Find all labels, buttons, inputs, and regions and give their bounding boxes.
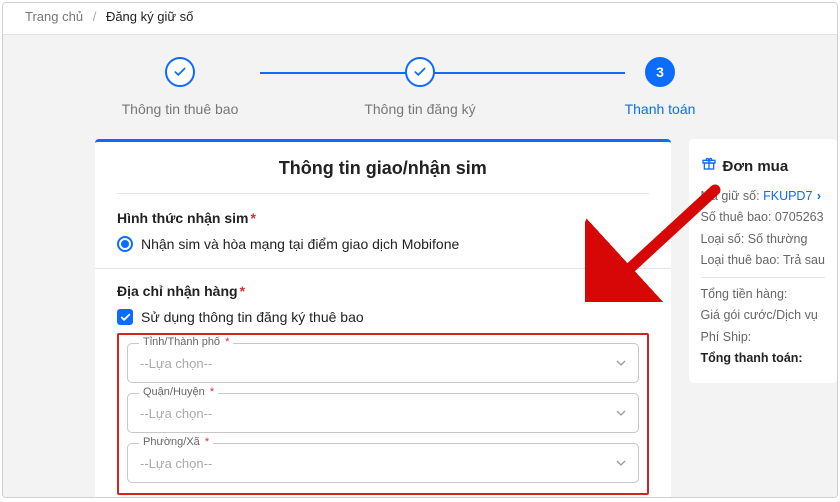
breadcrumb-current: Đăng ký giữ số xyxy=(106,9,193,24)
province-select[interactable]: --Lựa chọn-- xyxy=(127,343,639,383)
use-registered-checkbox[interactable]: Sử dụng thông tin đăng ký thuê bao xyxy=(117,309,649,325)
order-title: Đơn mua xyxy=(701,153,825,180)
step-subscriber-info[interactable]: Thông tin thuê bao xyxy=(100,57,260,117)
step-registration-info[interactable]: Thông tin đăng ký xyxy=(340,57,500,117)
receive-option-label: Nhận sim và hòa mạng tại điểm giao dịch … xyxy=(141,236,459,252)
grand-total-row: Tổng thanh toán: xyxy=(701,348,825,369)
select-placeholder: --Lựa chọn-- xyxy=(140,406,212,421)
hold-code-link[interactable]: FKUPD7 › xyxy=(763,189,821,203)
delivery-card: Thông tin giao/nhận sim Hình thức nhận s… xyxy=(95,139,671,498)
stepper: Thông tin thuê bao Thông tin đăng ký 3 T… xyxy=(3,57,837,117)
district-label: Quận/Huyện * xyxy=(139,386,218,398)
step-label: Thông tin đăng ký xyxy=(364,101,475,117)
use-registered-label: Sử dụng thông tin đăng ký thuê bao xyxy=(141,309,364,325)
breadcrumb: Trang chủ / Đăng ký giữ số xyxy=(3,3,837,34)
sub-type-row: Loại thuê bao: Trả sau xyxy=(701,250,825,271)
step-payment[interactable]: 3 Thanh toán xyxy=(580,57,740,117)
checkbox-checked-icon xyxy=(117,309,133,325)
check-icon xyxy=(405,57,435,87)
step-label: Thông tin thuê bao xyxy=(122,101,239,117)
ward-select[interactable]: --Lựa chọn-- xyxy=(127,443,639,483)
chevron-down-icon xyxy=(616,358,626,368)
subscriber-row: Số thuê bao: 0705263 xyxy=(701,207,825,228)
hold-code-row: Mã giữ số: FKUPD7 › xyxy=(701,186,825,207)
radio-selected-icon xyxy=(117,236,133,252)
ward-label: Phường/Xã * xyxy=(139,436,213,448)
select-placeholder: --Lựa chọn-- xyxy=(140,356,212,371)
total-goods-row: Tổng tiền hàng: xyxy=(701,284,825,305)
number-type-row: Loại số: Số thường xyxy=(701,229,825,250)
check-icon xyxy=(165,57,195,87)
address-fields-highlight: Tỉnh/Thành phố * --Lựa chọn-- Quận/Huyện… xyxy=(117,333,649,495)
step-number-icon: 3 xyxy=(645,57,675,87)
district-select[interactable]: --Lựa chọn-- xyxy=(127,393,639,433)
receive-option-radio[interactable]: Nhận sim và hòa mạng tại điểm giao dịch … xyxy=(117,236,649,252)
card-title: Thông tin giao/nhận sim xyxy=(117,158,649,193)
order-summary: Đơn mua Mã giữ số: FKUPD7 › Số thuê bao:… xyxy=(689,139,837,383)
breadcrumb-separator: / xyxy=(93,9,97,24)
gift-icon xyxy=(701,153,717,180)
select-placeholder: --Lựa chọn-- xyxy=(140,456,212,471)
chevron-down-icon xyxy=(616,408,626,418)
ship-fee-row: Phí Ship: xyxy=(701,327,825,348)
receive-method-label: Hình thức nhận sim* xyxy=(117,210,649,226)
step-connector xyxy=(420,72,625,74)
province-label: Tỉnh/Thành phố * xyxy=(139,336,233,348)
breadcrumb-home[interactable]: Trang chủ xyxy=(25,9,83,24)
chevron-down-icon xyxy=(616,458,626,468)
package-price-row: Giá gói cước/Dịch vụ xyxy=(701,305,825,326)
address-label: Địa chỉ nhận hàng* xyxy=(117,283,649,299)
step-label: Thanh toán xyxy=(625,101,696,117)
